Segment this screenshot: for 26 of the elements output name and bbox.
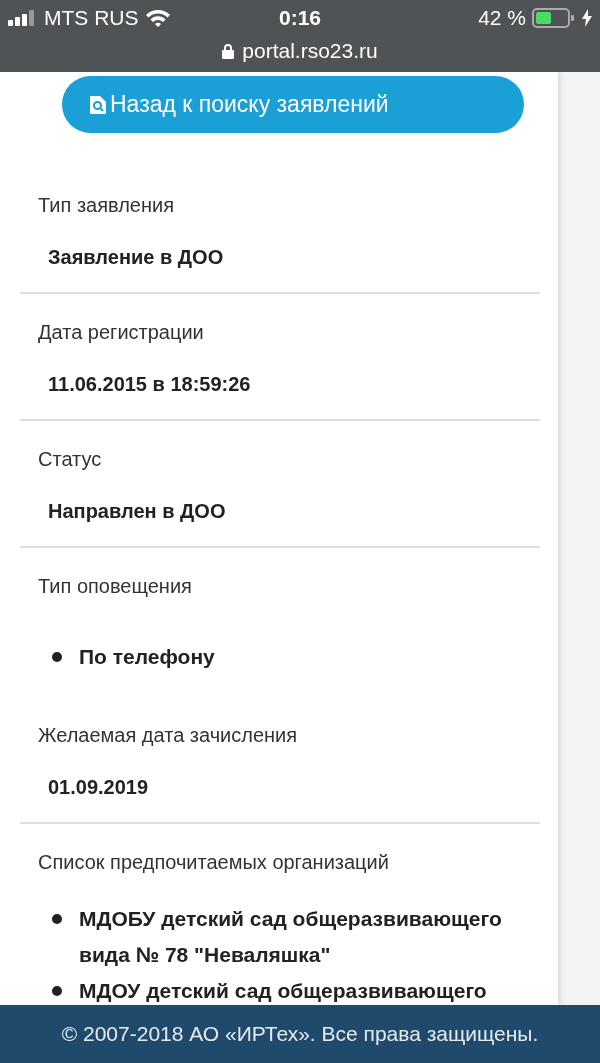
field-label: Желаемая дата зачисления (38, 723, 299, 748)
list-item-text: МДОУ детский сад общеразвивающего (79, 978, 487, 1004)
field-value: 11.06.2015 в 18:59:26 (48, 372, 252, 397)
field-label: Список предпочитаемых организаций (38, 850, 390, 875)
list-item-text: МДОБУ детский сад общеразвивающего вида № 78 "Неваляшка" (79, 906, 503, 968)
battery-percent: 42 % (478, 6, 526, 30)
list-item-text: По телефону (79, 644, 215, 670)
carrier-name: MTS RUS (44, 6, 139, 30)
battery-icon (532, 8, 576, 28)
document-search-icon (90, 95, 106, 114)
bullet-icon (52, 652, 62, 662)
wifi-icon (144, 9, 171, 27)
field-value: 01.09.2019 (48, 775, 150, 800)
page-url[interactable]: portal.rso23.ru (242, 39, 378, 63)
bullet-icon (52, 986, 62, 996)
copyright-text: © 2007-2018 АО «ИРТех». Все права защищены. (61, 1022, 539, 1046)
field-label: Дата регистрации (38, 320, 205, 345)
field-label: Тип оповещения (38, 574, 193, 599)
field-label: Статус (38, 447, 103, 472)
clock-time: 0:16 (279, 6, 321, 30)
charging-bolt-icon (582, 9, 592, 27)
field-value: Направлен в ДОО (48, 499, 227, 524)
field-value: Заявление в ДОО (48, 245, 225, 270)
field-label: Тип заявления (38, 193, 176, 218)
lock-icon (222, 43, 235, 59)
bullet-icon (52, 914, 62, 924)
